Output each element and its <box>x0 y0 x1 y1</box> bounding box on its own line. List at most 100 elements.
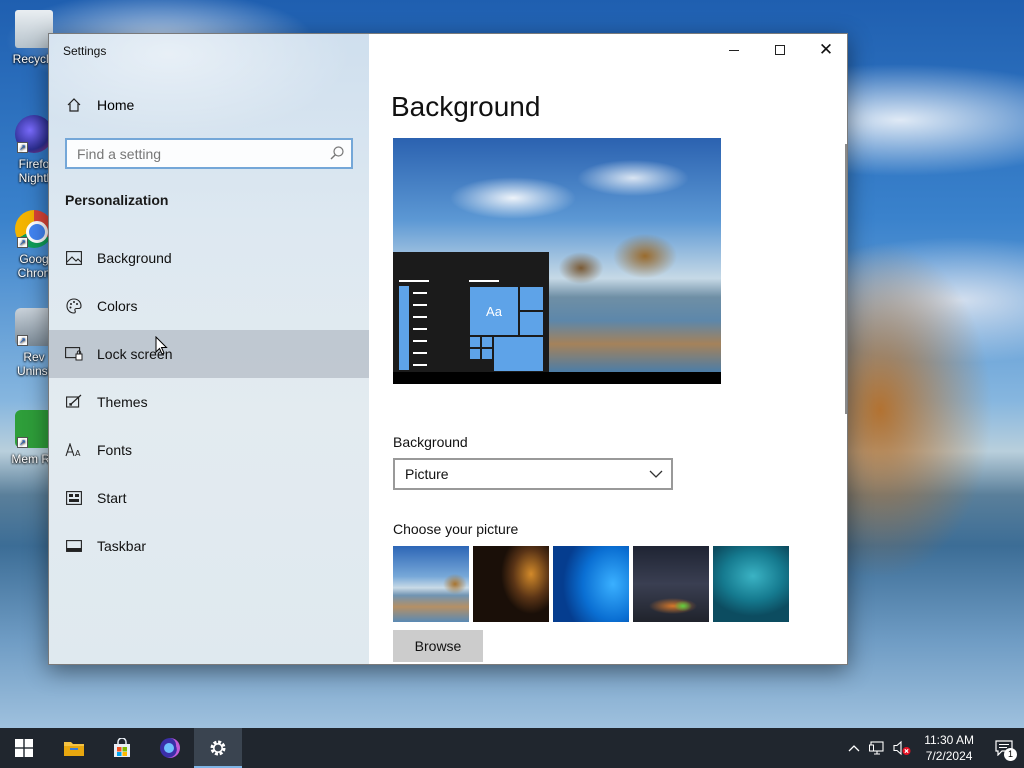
close-button[interactable]: ✕ <box>803 34 847 66</box>
sidebar-item-themes[interactable]: Themes <box>49 378 369 426</box>
preview-menu-line <box>413 316 427 318</box>
sidebar-item-home[interactable]: Home <box>65 96 134 114</box>
palette-icon <box>65 297 83 315</box>
window-title: Settings <box>63 44 107 58</box>
minimize-icon <box>729 49 739 51</box>
background-type-dropdown[interactable]: Picture <box>393 458 673 490</box>
preview-menu-column <box>399 286 409 370</box>
preview-tile <box>481 348 493 360</box>
picture-thumbnail[interactable] <box>633 546 709 622</box>
picture-icon <box>65 249 83 267</box>
firefox-nightly-icon <box>160 738 180 758</box>
settings-content: ✕ Background Aa Background Picture Choos… <box>369 34 847 664</box>
sidebar-item-label: Start <box>97 490 127 506</box>
sidebar-item-label: Taskbar <box>97 538 147 554</box>
taskbar-settings[interactable] <box>194 728 242 768</box>
clock-date: 7/2/2024 <box>925 749 973 763</box>
start-button[interactable] <box>0 728 48 768</box>
maximize-button[interactable] <box>757 34 803 66</box>
mouse-cursor-icon <box>155 336 168 355</box>
page-title: Background <box>391 91 541 122</box>
taskbar-icon <box>65 537 83 555</box>
settings-window: Settings Home Personalization Background <box>48 33 848 665</box>
preview-tile <box>493 336 544 372</box>
sidebar-item-background[interactable]: Background <box>49 234 369 282</box>
show-hidden-icons-button[interactable] <box>842 728 866 768</box>
preview-menu-line <box>399 280 429 282</box>
desktop-icon-label: Goog Chron <box>17 252 51 280</box>
taskbar-file-explorer[interactable] <box>50 728 98 768</box>
notification-count-badge: 1 <box>1004 748 1017 761</box>
taskbar-firefox-nightly[interactable] <box>146 728 194 768</box>
sidebar-item-start[interactable]: Start <box>49 474 369 522</box>
network-button[interactable] <box>866 728 890 768</box>
action-center-button[interactable]: 1 <box>984 728 1024 768</box>
preview-tile <box>519 311 544 336</box>
system-tray: 11:30 AM 7/2/2024 1 <box>842 728 1024 768</box>
background-label: Background <box>393 434 468 450</box>
minimize-button[interactable] <box>711 34 757 66</box>
preview-menu-line <box>413 328 427 330</box>
search-box[interactable] <box>65 138 353 169</box>
sidebar-item-label: Fonts <box>97 442 133 458</box>
volume-muted-icon <box>893 740 911 756</box>
close-icon: ✕ <box>818 39 834 60</box>
chevron-down-icon <box>649 470 663 478</box>
search-input[interactable] <box>67 140 307 167</box>
clock-time: 11:30 AM <box>924 733 974 747</box>
taskbar: 11:30 AM 7/2/2024 1 <box>0 728 1024 768</box>
themes-icon <box>65 393 83 411</box>
sidebar-item-label: Themes <box>97 394 148 410</box>
lock-screen-icon <box>65 345 83 363</box>
browse-button[interactable]: Browse <box>393 630 483 662</box>
sidebar-nav: Background Colors Lock screen Themes A F… <box>49 234 369 570</box>
file-explorer-icon <box>64 742 84 756</box>
settings-sidebar: Settings Home Personalization Background <box>49 34 369 664</box>
home-icon <box>65 96 83 114</box>
fonts-icon: A <box>65 441 83 459</box>
window-controls: ✕ <box>711 34 847 66</box>
sidebar-item-label: Colors <box>97 298 138 314</box>
picture-thumbnail[interactable] <box>713 546 789 622</box>
section-title: Personalization <box>65 192 169 208</box>
sidebar-item-lock-screen[interactable]: Lock screen <box>49 330 369 378</box>
taskbar-clock[interactable]: 11:30 AM 7/2/2024 <box>914 732 984 764</box>
preview-menu-line <box>413 352 427 354</box>
sidebar-item-taskbar[interactable]: Taskbar <box>49 522 369 570</box>
preview-tile <box>469 336 481 348</box>
network-icon <box>869 741 884 755</box>
search-icon[interactable] <box>329 145 345 161</box>
windows-logo-icon <box>15 739 33 757</box>
sidebar-item-colors[interactable]: Colors <box>49 282 369 330</box>
scrollbar[interactable] <box>845 144 847 414</box>
sidebar-item-label: Home <box>97 97 135 113</box>
maximize-icon <box>775 45 785 55</box>
choose-picture-label: Choose your picture <box>393 521 519 537</box>
preview-taskbar <box>393 372 721 384</box>
settings-gear-icon <box>210 740 226 756</box>
sidebar-item-label: Background <box>97 250 172 266</box>
preview-menu-line <box>413 292 427 294</box>
preview-menu-line <box>413 304 427 306</box>
picture-thumbnail[interactable] <box>553 546 629 622</box>
start-icon <box>65 489 83 507</box>
preview-tile <box>469 348 481 360</box>
picture-thumbnails <box>393 546 789 622</box>
sidebar-item-fonts[interactable]: A Fonts <box>49 426 369 474</box>
background-preview: Aa <box>393 138 721 384</box>
preview-menu-line <box>469 280 499 282</box>
desktop-icon-label: Rev Uninst <box>16 350 51 378</box>
taskbar-microsoft-store[interactable] <box>98 728 146 768</box>
picture-thumbnail[interactable] <box>393 546 469 622</box>
preview-tile <box>519 286 544 311</box>
volume-button[interactable] <box>890 728 914 768</box>
svg-text:A: A <box>75 449 81 457</box>
chevron-up-icon <box>848 745 860 752</box>
preview-tile <box>481 336 493 348</box>
microsoft-store-icon <box>114 738 130 757</box>
desktop-icon-label: Firefo Nightl <box>18 157 50 185</box>
preview-tile-text: Aa <box>486 303 502 319</box>
preview-menu-line <box>413 364 427 366</box>
picture-thumbnail[interactable] <box>473 546 549 622</box>
preview-menu-line <box>413 340 427 342</box>
